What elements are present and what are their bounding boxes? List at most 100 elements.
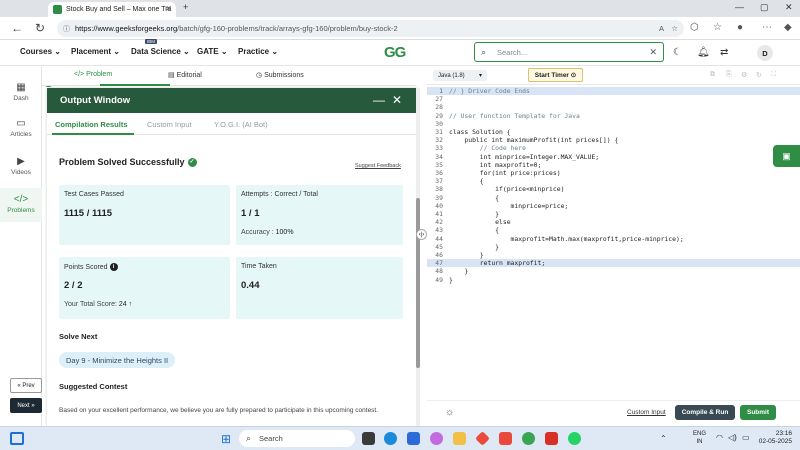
fullscreen-icon[interactable]: ⛶ <box>771 71 776 79</box>
edge-icon[interactable] <box>384 432 397 445</box>
menu-placement[interactable]: Placement ⌄ <box>71 47 120 56</box>
volume-icon[interactable]: ◁) <box>728 433 737 442</box>
dark-mode-icon[interactable]: ☾ <box>673 47 682 58</box>
code-line[interactable]: 35 int maxprofit=0; <box>427 161 800 169</box>
code-line[interactable]: 46 } <box>427 251 800 259</box>
sidebar-item-dash[interactable]: ▦ Dash <box>0 82 42 102</box>
widgets-icon[interactable] <box>10 432 24 445</box>
tab-editorial[interactable]: ▤ Editorial <box>168 71 202 79</box>
task-view-icon[interactable] <box>362 432 375 445</box>
code-line[interactable]: 31 class Solution { <box>427 128 800 136</box>
close-tab-icon[interactable]: ✕ <box>165 4 172 13</box>
code-line[interactable]: 43 { <box>427 226 800 234</box>
code-line[interactable]: 47 return maxprofit; <box>427 259 800 268</box>
submit-button[interactable]: Submit <box>740 405 776 420</box>
refresh-icon[interactable]: ↻ <box>756 71 762 79</box>
favorite-star-icon[interactable]: ☆ <box>671 24 678 33</box>
code-line[interactable]: 34 int minprice=Integer.MAX_VALUE; <box>427 153 800 161</box>
suggest-feedback-link[interactable]: Suggest Feedback <box>355 163 401 169</box>
custom-input-link[interactable]: Custom Input <box>627 409 666 416</box>
language-icon[interactable]: ⇄ <box>720 47 728 58</box>
code-line[interactable]: 48 } <box>427 267 800 275</box>
tab-custom-input[interactable]: Custom Input <box>147 120 192 129</box>
next-problem-chip[interactable]: Day 9 - Minimize the Heights II <box>59 352 176 368</box>
code-line[interactable]: 36 for(int price:prices) <box>427 169 800 177</box>
copy-icon[interactable]: ⧉ <box>710 71 715 79</box>
battery-icon[interactable]: ▭ <box>742 433 750 442</box>
next-button[interactable]: Next » <box>10 398 42 413</box>
browser-tab[interactable]: Stock Buy and Sell – Max one Tra ✕ <box>48 2 176 17</box>
avatar[interactable]: D <box>757 45 773 61</box>
clear-search-icon[interactable]: ✕ <box>649 47 657 58</box>
favorites-icon[interactable]: ☆ <box>713 22 722 33</box>
prev-button[interactable]: « Prev <box>10 378 42 393</box>
menu-data-science[interactable]: Data Science ⌄ <box>131 47 190 56</box>
site-info-icon[interactable]: ⓘ <box>63 24 70 34</box>
code-line[interactable]: 28 <box>427 103 800 111</box>
gfg-logo[interactable]: GG <box>384 44 406 61</box>
copilot-app-icon[interactable] <box>430 432 443 445</box>
code-line[interactable]: 30 <box>427 120 800 128</box>
menu-practice[interactable]: Practice ⌄ <box>238 47 278 56</box>
tab-submissions[interactable]: ◷ Submissions <box>256 71 304 79</box>
code-line[interactable]: 27 <box>427 95 800 103</box>
new-tab-icon[interactable]: + <box>183 2 188 12</box>
more-options-icon[interactable]: ⋯ <box>762 22 772 33</box>
taskbar-clock[interactable]: 23:16 02-05-2025 <box>756 430 792 446</box>
code-line[interactable]: 29 // User function Template for Java <box>427 112 800 120</box>
resize-handle-icon[interactable]: ‹|› <box>416 229 427 240</box>
code-line[interactable]: 40 minprice=price; <box>427 202 800 210</box>
reload-icon[interactable]: ↻ <box>33 21 47 35</box>
tab-compilation-results[interactable]: Compilation Results <box>55 120 128 129</box>
tab-yogi-ai-bot[interactable]: Y.O.G.I. (AI Bot) <box>214 120 268 129</box>
file-explorer-icon[interactable] <box>453 432 466 445</box>
reset-icon[interactable]: ⎘ <box>726 71 732 79</box>
url-field[interactable]: ⓘ https://www.geeksforgeeks.org/batch/gf… <box>57 20 684 37</box>
store-icon[interactable] <box>407 432 420 445</box>
code-line[interactable]: 49} <box>427 276 800 284</box>
wifi-icon[interactable]: ◠ <box>716 433 723 442</box>
sidebar-item-articles[interactable]: ▭ Articles <box>0 118 42 138</box>
minimize-window-icon[interactable]: — <box>735 2 744 12</box>
taskbar-search[interactable]: ⌕ Search <box>239 430 355 447</box>
extensions-icon[interactable]: ⬡ <box>690 22 699 33</box>
search-input[interactable]: ⌕ Search... ✕ <box>474 42 664 62</box>
input-language[interactable]: ENG IN <box>693 430 706 446</box>
menu-courses[interactable]: Courses ⌄ <box>20 47 61 56</box>
code-line[interactable]: 45 } <box>427 243 800 251</box>
code-line[interactable]: 1 // } Driver Code Ends <box>427 87 800 96</box>
sidebar-item-problems[interactable]: </> Problems <box>0 188 42 222</box>
code-line[interactable]: 32 public int maximumProfit(int prices[]… <box>427 136 800 144</box>
windows-start-icon[interactable]: ⊞ <box>221 432 231 446</box>
back-icon[interactable]: ← <box>10 21 24 35</box>
start-timer-button[interactable]: Start Timer ⊙ <box>528 68 583 82</box>
profile-icon[interactable]: ● <box>737 22 743 33</box>
close-window-icon[interactable]: ✕ <box>785 2 793 13</box>
lightbulb-icon[interactable]: ☼ <box>445 407 454 418</box>
code-line[interactable]: 41 } <box>427 210 800 218</box>
notification-bell-icon[interactable]: 🔔︎ <box>697 47 710 58</box>
code-line[interactable]: 33 // Code here <box>427 144 800 152</box>
sidebar-item-videos[interactable]: ▶ Videos <box>0 156 42 176</box>
app-icon[interactable] <box>475 431 490 446</box>
info-icon[interactable]: i <box>109 263 118 271</box>
code-line[interactable]: 42 else <box>427 218 800 226</box>
mail-icon[interactable] <box>545 432 558 445</box>
code-line[interactable]: 37 { <box>427 177 800 185</box>
copilot-icon[interactable]: ◆ <box>784 22 792 33</box>
code-line[interactable]: 38 if(price<minprice) <box>427 185 800 193</box>
close-panel-icon[interactable]: ✕ <box>392 93 402 107</box>
maximize-window-icon[interactable]: ▢ <box>760 2 769 13</box>
code-editor[interactable]: 1 // } Driver Code Ends 27 28 29 // User func… <box>427 85 800 400</box>
chrome-icon[interactable] <box>522 432 535 445</box>
menu-gate[interactable]: GATE ⌄ <box>197 47 228 56</box>
language-select[interactable]: Java (1.8) ▾ <box>433 70 487 81</box>
system-tray-icons[interactable]: ⌃ <box>660 434 667 443</box>
read-aloud-icon[interactable]: A <box>659 24 664 33</box>
tab-problem[interactable]: </> Problem <box>74 71 112 78</box>
settings-icon[interactable]: ⚙ <box>741 71 747 79</box>
code-line[interactable]: 44 maxprofit=Math.max(maxprofit,price-mi… <box>427 235 800 243</box>
code-line[interactable]: 39 { <box>427 194 800 202</box>
whatsapp-icon[interactable] <box>568 432 581 445</box>
chat-icon[interactable]: ▣ <box>773 145 800 167</box>
